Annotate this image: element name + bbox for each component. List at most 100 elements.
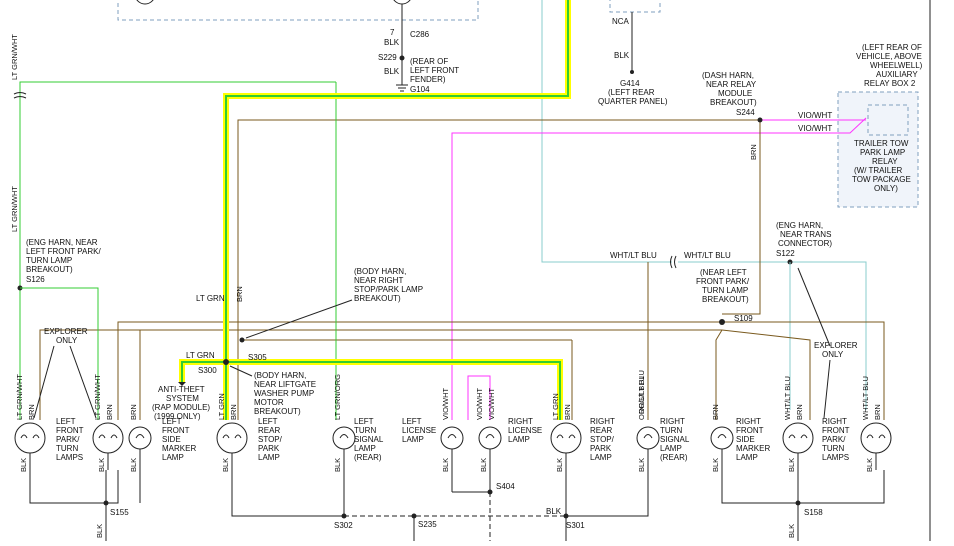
s109-note-4: BREAKOUT) [702, 295, 749, 304]
lamp-label: LICENSE [402, 426, 436, 435]
s244-note-4: BREAKOUT) [710, 98, 757, 107]
lamp-bulb-icon [216, 422, 248, 454]
lamp-ground-label: BLK [441, 458, 450, 472]
wire-blk-a: BLK [384, 38, 400, 47]
lamp-label: SIDE [736, 435, 755, 444]
lamp-label: LEFT [402, 417, 422, 426]
wire-blk-b: BLK [384, 67, 400, 76]
lamp-right-front-park-turn-2: BLK WHT/LT BLU BRN [860, 376, 892, 472]
s122-note-1: (ENG HARN, [776, 221, 823, 230]
relay-name-3: RELAY [872, 157, 898, 166]
lamp-right-front-side-marker: BLK BRN RIGHTFRONTSIDEMARKERLAMP [710, 404, 770, 472]
lamp-label: PARK [590, 444, 612, 453]
s300-note-1: (BODY HARN, [254, 371, 306, 380]
lamp-ground-label: BLK [865, 458, 874, 472]
top-module-pin-right [393, 0, 411, 5]
explorer-only-l-2: ONLY [56, 336, 78, 345]
lamp-label: LAMP [402, 435, 424, 444]
g414-note-1: (LEFT REAR [608, 88, 655, 97]
lamp-label: LAMP [736, 453, 758, 462]
lamp-wire-label: ORG/LT BLU [637, 376, 646, 420]
lamp-wire-label: LT GRN [551, 393, 560, 420]
s126-note-3: TURN LAMP [26, 256, 72, 265]
g104-label: G104 [410, 85, 430, 94]
relay-note-3: WHEELWELL) [870, 61, 923, 70]
lamp-wire-label: BRN [563, 404, 572, 420]
lamp-label: LAMP [660, 444, 682, 453]
lamp-wire-label: BRN [129, 404, 138, 420]
s126-label: S126 [26, 275, 45, 284]
s122-note-3: CONNECTOR) [778, 239, 832, 248]
lamp-ground-label: BLK [129, 458, 138, 472]
lt-grn-wht-label-top: LT GRN/WHT [10, 34, 19, 80]
s300-note-4: MOTOR [254, 398, 284, 407]
lamp-label: SIGNAL [354, 435, 384, 444]
lamp-wire-label: BRN [795, 404, 804, 420]
lamp-wire-label: BRN [105, 404, 114, 420]
brn-main [237, 119, 761, 420]
lt-grn-label-top: LT GRN [196, 294, 225, 303]
lamp-wire-label: VIO/WHT [475, 388, 484, 420]
lamp-bulb-icon [332, 426, 356, 450]
s244-note-3: MODULE [718, 89, 752, 98]
lamp-ground-label: BLK [711, 458, 720, 472]
s300-label: S300 [198, 366, 217, 375]
lamp-ground-label: BLK [333, 458, 342, 472]
lamp-label: RIGHT [736, 417, 761, 426]
s302-dot [341, 513, 347, 519]
lamp-ground-label: BLK [637, 458, 646, 472]
s235-label: S235 [418, 520, 437, 529]
s305-note-4: BREAKOUT) [354, 294, 401, 303]
g414-label: G414 [620, 79, 640, 88]
lamp-label: LICENSE [508, 426, 542, 435]
s126-note-1: (ENG HARN, NEAR [26, 238, 98, 247]
s126-note-4: BREAKOUT) [26, 265, 73, 274]
s109-dot [719, 319, 725, 325]
g104-ground-icon [396, 84, 408, 92]
lamp-label: LEFT [258, 417, 278, 426]
lamp-bulb-icon [478, 426, 502, 450]
lamp-left-turn-signal: BLK LT GRN/ORG LEFTTURNSIGNALLAMP(REAR) [332, 374, 384, 472]
s244-note-2: NEAR RELAY [706, 80, 757, 89]
lamp-bulb-icon [782, 422, 814, 454]
s158-dot [795, 500, 801, 506]
relay-note-5: RELAY BOX 2 [864, 79, 916, 88]
lamp-wire-label: LT GRN/ORG [333, 374, 342, 420]
wiring-diagram-svg: C286 7 BLK S229 BLK (REAR OF LEFT FRONT … [10, 0, 931, 541]
lamp-ground-label: BLK [479, 458, 488, 472]
lamp-label: LAMP [258, 453, 280, 462]
lamp-label: TURN [660, 426, 682, 435]
lt-grn-wht-branch [20, 287, 99, 420]
lamp-ground-label: BLK [787, 458, 796, 472]
lamp-left-front-park-turn: BLK LT GRN/WHT BRN LEFTFRONTPARK/TURNLAMPS [14, 374, 84, 472]
relay-note-4: AUXILIARY [876, 70, 918, 79]
s126-note-2: LEFT FRONT PARK/ [26, 247, 101, 256]
s305-label: S305 [248, 353, 267, 362]
s301-dot [563, 513, 569, 519]
lamp-right-front-park-turn: BLK WHT/LT BLU BRN RIGHTFRONTPARK/TURNLAMPS [782, 376, 850, 472]
explorer-only-l-1: EXPLORER [44, 327, 88, 336]
relay-wire-label-1: VIO/WHT [798, 111, 832, 120]
c286-label: C286 [410, 30, 430, 39]
relay-name-2: PARK LAMP [860, 148, 905, 157]
s155-dot [103, 500, 109, 506]
lamp-label: RIGHT [590, 417, 615, 426]
s300-note-2: NEAR LIFTGATE [254, 380, 316, 389]
lamp-wire-label: VIO/WHT [487, 388, 496, 420]
lamps-group: BLKLT GRN/WHT BRNLEFTFRONTPARK/TURNLAMPS B… [14, 374, 892, 472]
lamp-wire-label: BRN [711, 404, 720, 420]
lamp-wire-label: WHT/LT BLU [861, 376, 870, 420]
lamp-label: FRONT [822, 426, 850, 435]
lamp-label: PARK/ [56, 435, 80, 444]
s404-label: S404 [496, 482, 515, 491]
s305-note-3: STOP/PARK LAMP [354, 285, 423, 294]
s109-label: S109 [734, 314, 753, 323]
relay-name-1: TRAILER TOW [854, 139, 909, 148]
lamp-label: FRONT [162, 426, 190, 435]
lamp-ground-label: BLK [97, 458, 106, 472]
s244-dot [757, 117, 763, 123]
s158-label: S158 [804, 508, 823, 517]
blk-label-mid: BLK [546, 507, 562, 516]
lamp-ground-label: BLK [555, 458, 564, 472]
lamp-right-turn-signal: BLK ORG/LT BLU RIGHTTURNSIGNALLAMP(REAR) [636, 376, 690, 472]
